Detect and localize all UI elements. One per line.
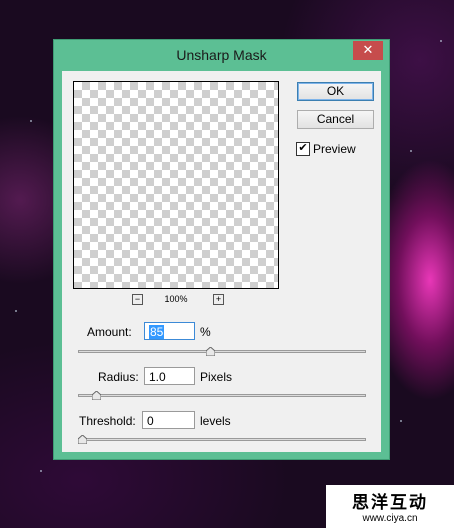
checkmark-icon: ✔ (298, 142, 308, 154)
threshold-slider-thumb[interactable] (78, 435, 87, 444)
preview-checkbox[interactable]: ✔ (296, 142, 310, 156)
preview-canvas[interactable] (73, 81, 279, 289)
amount-label: Amount: (87, 325, 132, 339)
title-bar[interactable]: Unsharp Mask ✕ (54, 40, 389, 71)
watermark-url: www.ciya.cn (362, 513, 418, 524)
close-button[interactable]: ✕ (353, 41, 383, 60)
zoom-level-label: 100% (164, 294, 188, 304)
amount-slider-thumb[interactable] (206, 347, 216, 356)
amount-unit: % (200, 325, 211, 339)
unsharp-mask-dialog: Unsharp Mask ✕ − 100% + OK Cancel ✔ Prev… (53, 39, 390, 460)
preview-label[interactable]: Preview (313, 142, 356, 156)
background-star (410, 150, 412, 152)
radius-slider-track[interactable] (78, 394, 366, 397)
zoom-in-button[interactable]: + (213, 294, 224, 305)
threshold-unit: levels (200, 414, 231, 428)
background-star (30, 120, 32, 122)
watermark-chinese-text: 思洋互动 (352, 493, 428, 512)
background-star (15, 310, 17, 312)
amount-input[interactable]: 85 (144, 322, 195, 340)
dialog-client-area: − 100% + OK Cancel ✔ Preview Amount: 85 … (62, 71, 381, 452)
radius-slider-thumb[interactable] (91, 391, 101, 400)
threshold-label: Threshold: (79, 414, 136, 428)
radius-label: Radius: (98, 370, 139, 384)
amount-slider-track[interactable] (78, 350, 366, 353)
threshold-slider-track[interactable] (78, 438, 366, 441)
zoom-out-button[interactable]: − (132, 294, 143, 305)
dialog-title: Unsharp Mask (176, 47, 267, 63)
ok-button[interactable]: OK (297, 82, 374, 101)
background-star (400, 420, 402, 422)
radius-input[interactable]: 1.0 (144, 367, 195, 385)
background-star (440, 40, 442, 42)
radius-unit: Pixels (200, 370, 233, 384)
cancel-button[interactable]: Cancel (297, 110, 374, 129)
threshold-input[interactable]: 0 (142, 411, 195, 429)
site-watermark: 思洋互动 www.ciya.cn (326, 485, 454, 528)
background-star (40, 470, 42, 472)
amount-value: 85 (149, 325, 165, 339)
